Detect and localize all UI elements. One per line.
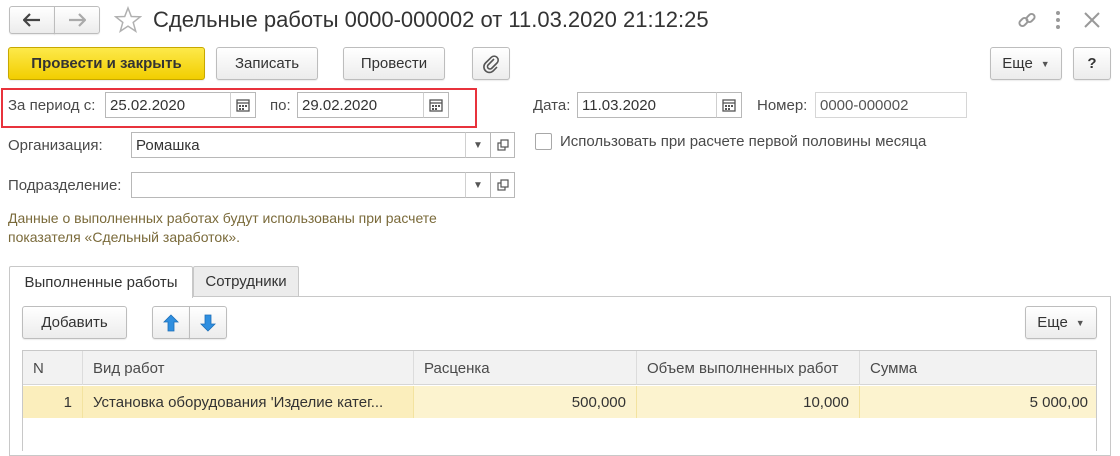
cell-rate: 500,000 xyxy=(414,386,637,418)
calendar-icon xyxy=(236,99,250,112)
organization-label: Организация: xyxy=(8,137,103,154)
info-text-line-1: Данные о выполненных работах будут испол… xyxy=(8,210,437,226)
favorite-star-icon[interactable] xyxy=(113,5,143,34)
tab-employees-label: Сотрудники xyxy=(205,273,287,290)
column-header-n[interactable]: N xyxy=(23,351,83,385)
open-window-icon xyxy=(496,139,509,151)
dropdown-arrow-icon: ▼ xyxy=(1075,317,1085,328)
period-from-calendar-button[interactable] xyxy=(230,92,256,118)
period-from-label: За период с: xyxy=(8,97,96,114)
forward-button[interactable] xyxy=(54,6,100,34)
close-icon[interactable] xyxy=(1081,9,1103,31)
period-from-input[interactable]: 25.02.2020 xyxy=(105,92,233,118)
more-menu-label: Еще xyxy=(1002,55,1033,72)
tab-completed-works-label: Выполненные работы xyxy=(24,274,178,291)
number-input[interactable]: 0000-000002 xyxy=(815,92,967,118)
date-input[interactable]: 11.03.2020 xyxy=(577,92,718,118)
works-table: N Вид работ Расценка Объем выполненных р… xyxy=(22,350,1097,451)
column-header-rate[interactable]: Расценка xyxy=(414,351,637,385)
dropdown-arrow-icon: ▼ xyxy=(473,139,483,151)
info-text-line-2: показателя «Сдельный заработок». xyxy=(8,229,241,245)
department-open-button[interactable] xyxy=(491,172,515,198)
add-button[interactable]: Добавить xyxy=(22,306,127,339)
number-label: Номер: xyxy=(757,97,808,114)
period-to-input[interactable]: 29.02.2020 xyxy=(297,92,425,118)
arrow-left-icon xyxy=(23,13,40,27)
more-menu-button[interactable]: Еще ▼ xyxy=(990,47,1062,80)
first-half-label[interactable]: Использовать при расчете первой половины… xyxy=(560,133,926,150)
table-row[interactable]: 1 Установка оборудования 'Изделие катег.… xyxy=(23,386,1096,418)
more-actions-icon[interactable] xyxy=(1053,8,1063,32)
department-input[interactable] xyxy=(131,172,467,198)
arrow-right-icon xyxy=(69,13,86,27)
organization-open-button[interactable] xyxy=(491,132,515,158)
dropdown-arrow-icon: ▼ xyxy=(473,179,483,191)
move-up-button[interactable] xyxy=(152,306,190,339)
open-window-icon xyxy=(496,179,509,191)
calendar-icon xyxy=(429,99,443,112)
help-button[interactable]: ? xyxy=(1073,47,1111,80)
column-header-work-type[interactable]: Вид работ xyxy=(83,351,414,385)
organization-dropdown-button[interactable]: ▼ xyxy=(465,132,491,158)
paperclip-icon xyxy=(483,54,499,73)
cell-volume: 10,000 xyxy=(637,386,860,418)
first-half-checkbox[interactable] xyxy=(535,133,552,150)
cell-sum: 5 000,00 xyxy=(860,386,1096,418)
period-to-label: по: xyxy=(270,97,291,114)
period-to-calendar-button[interactable] xyxy=(423,92,449,118)
organization-input[interactable]: Ромашка xyxy=(131,132,467,158)
window-title: Сдельные работы 0000-000002 от 11.03.202… xyxy=(153,7,709,32)
save-button[interactable]: Записать xyxy=(216,47,318,80)
column-header-sum[interactable]: Сумма xyxy=(860,351,1096,385)
back-button[interactable] xyxy=(9,6,55,34)
table-header: N Вид работ Расценка Объем выполненных р… xyxy=(23,351,1096,385)
arrow-up-icon xyxy=(163,313,179,331)
table-more-label: Еще xyxy=(1037,314,1068,331)
dropdown-arrow-icon: ▼ xyxy=(1040,58,1050,69)
calendar-icon xyxy=(722,99,736,112)
link-icon[interactable] xyxy=(1016,9,1038,31)
tab-completed-works[interactable]: Выполненные работы xyxy=(9,266,193,298)
post-button[interactable]: Провести xyxy=(343,47,445,80)
move-down-button[interactable] xyxy=(189,306,227,339)
cell-n: 1 xyxy=(23,386,83,418)
date-label: Дата: xyxy=(533,97,571,114)
post-and-close-button[interactable]: Провести и закрыть xyxy=(8,47,205,80)
attach-button[interactable] xyxy=(472,47,510,80)
column-header-volume[interactable]: Объем выполненных работ xyxy=(637,351,860,385)
department-label: Подразделение: xyxy=(8,177,122,194)
date-calendar-button[interactable] xyxy=(716,92,742,118)
table-more-button[interactable]: Еще ▼ xyxy=(1025,306,1097,339)
department-dropdown-button[interactable]: ▼ xyxy=(465,172,491,198)
arrow-down-icon xyxy=(200,314,216,332)
cell-work-type: Установка оборудования 'Изделие катег... xyxy=(83,386,414,418)
tab-employees[interactable]: Сотрудники xyxy=(193,266,299,296)
